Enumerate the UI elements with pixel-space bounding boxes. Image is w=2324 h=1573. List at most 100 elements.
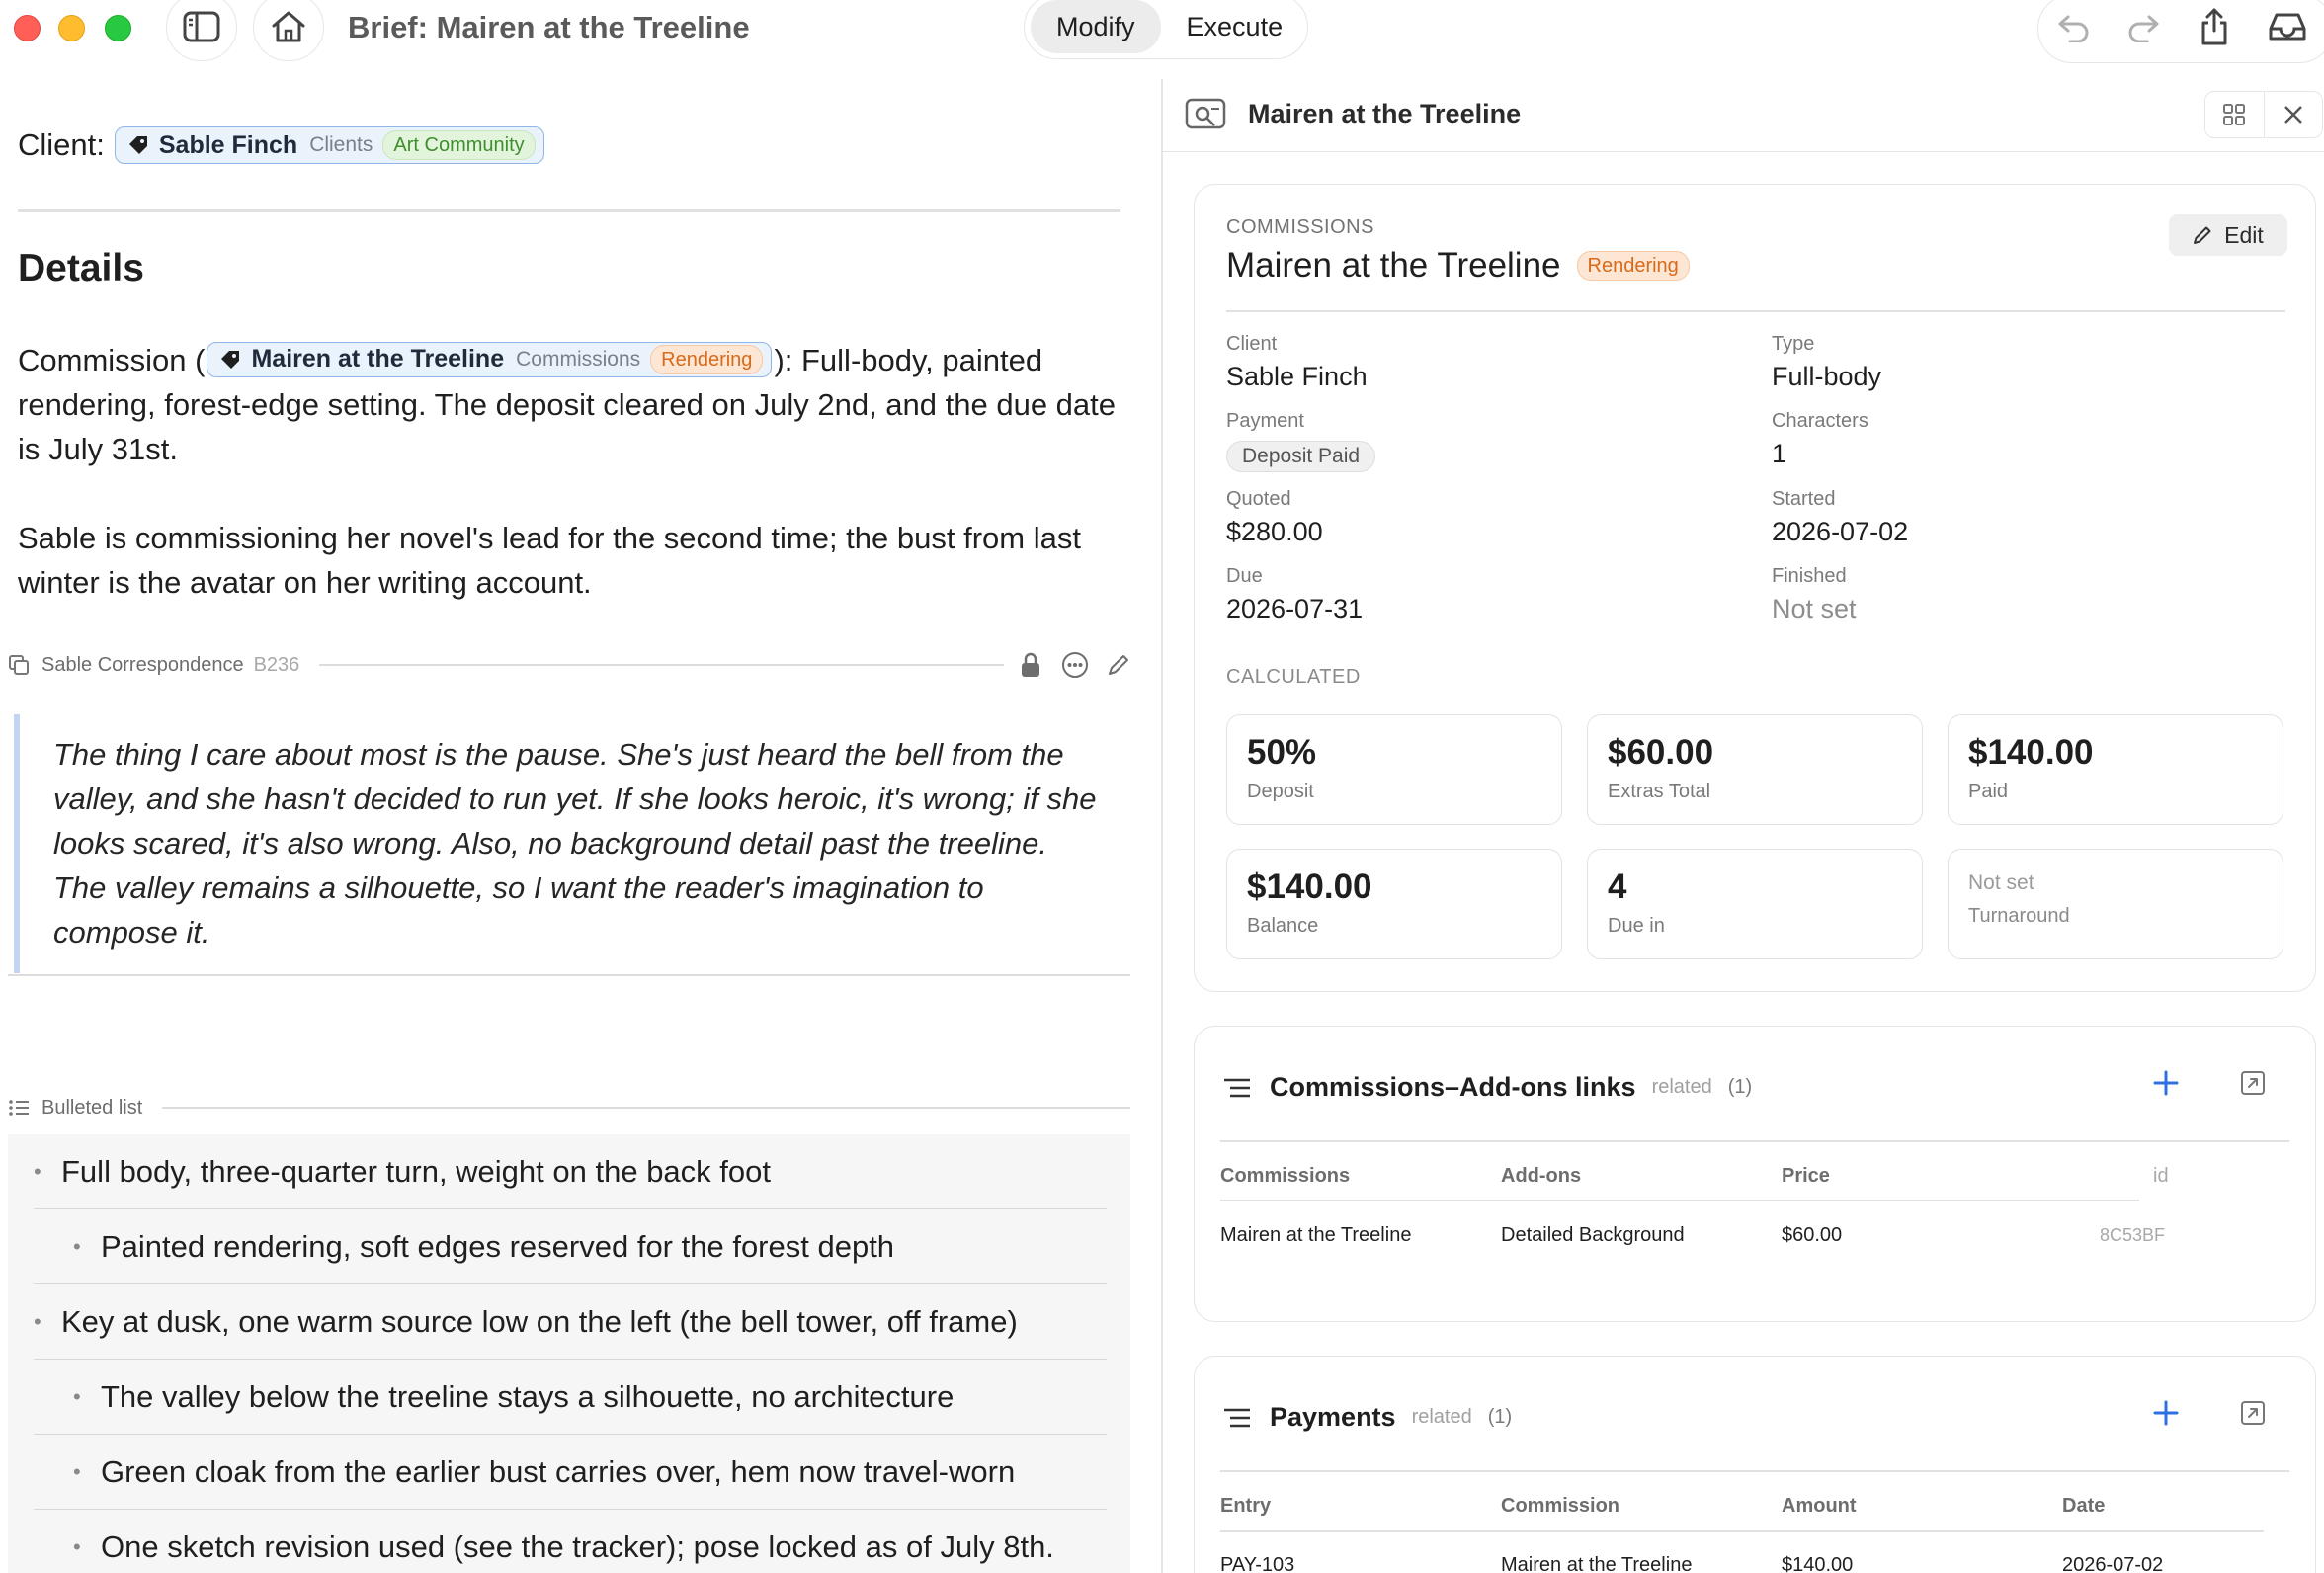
lock-icon[interactable] <box>1020 652 1041 678</box>
stat-extras-total: $60.00 Extras Total <box>1587 714 1923 825</box>
field-started[interactable]: Started 2026-07-02 <box>1772 488 1908 547</box>
execute-mode-button[interactable]: Execute <box>1161 0 1309 53</box>
field-label: Type <box>1772 333 1815 355</box>
field-value: Sable Finch <box>1226 362 1368 391</box>
close-panel-button[interactable] <box>2265 92 2323 137</box>
field-finished[interactable]: Finished Not set <box>1772 565 1857 624</box>
add-payment-button[interactable] <box>2151 1398 2181 1433</box>
share-button[interactable] <box>2193 5 2236 48</box>
list-item-text: The valley below the treeline stays a si… <box>101 1379 954 1414</box>
column-header[interactable]: Commissions <box>1220 1165 1350 1188</box>
stat-turnaround: Not set Turnaround <box>1948 849 2283 959</box>
list-block-title: Bulleted list <box>42 1096 143 1118</box>
list-item-text: Painted rendering, soft edges reserved f… <box>101 1229 895 1264</box>
related-count: (1) <box>1727 1076 1753 1098</box>
stat-value: 50% <box>1247 733 1317 772</box>
grid-view-button[interactable] <box>2205 92 2265 137</box>
redo-icon <box>2128 15 2159 42</box>
commission-chip-name: Mairen at the Treeline <box>251 345 505 373</box>
header-rule <box>162 1107 1130 1109</box>
minimize-window-button[interactable] <box>58 15 85 41</box>
list-item[interactable]: Key at dusk, one warm source low on the … <box>8 1284 1130 1360</box>
stat-deposit: 50% Deposit <box>1226 714 1562 825</box>
inspector-header: Mairen at the Treeline <box>1163 79 2324 152</box>
home-icon <box>272 11 305 42</box>
list-item[interactable]: Painted rendering, soft edges reserved f… <box>8 1209 1130 1284</box>
tag-icon <box>219 349 241 371</box>
copy-icon <box>8 654 30 676</box>
table-cell: $140.00 <box>1782 1554 1854 1573</box>
modify-mode-button[interactable]: Modify <box>1031 0 1161 53</box>
column-header[interactable]: Add-ons <box>1501 1165 1581 1188</box>
commission-chip[interactable]: Mairen at the Treeline Commissions Renderi… <box>207 341 773 377</box>
inbox-icon <box>2269 13 2306 41</box>
column-header[interactable]: Commission <box>1501 1495 1619 1518</box>
divider <box>1220 1200 2139 1201</box>
close-window-button[interactable] <box>14 15 41 41</box>
more-options-icon[interactable] <box>1061 651 1089 679</box>
document-title: Brief: Mairen at the Treeline <box>348 10 750 44</box>
payments-card: Payments related (1) Entry Commission Am… <box>1194 1356 2316 1573</box>
field-label: Characters <box>1772 410 1868 432</box>
pencil-icon[interactable] <box>1107 653 1130 677</box>
open-external-icon <box>2241 1401 2265 1425</box>
commission-paragraph: Commission ( Mairen at the Treeline Commis… <box>18 338 1134 471</box>
column-header[interactable]: id <box>2153 1165 2169 1188</box>
add-addon-link-button[interactable] <box>2151 1068 2181 1103</box>
client-chip-tag: Art Community <box>382 130 536 160</box>
plus-icon <box>2153 1400 2179 1426</box>
field-label: Client <box>1226 333 1278 355</box>
field-quoted[interactable]: Quoted $280.00 <box>1226 488 1323 547</box>
field-due[interactable]: Due 2026-07-31 <box>1226 565 1363 624</box>
related-label: related <box>1411 1406 1472 1428</box>
inbox-button[interactable] <box>2266 5 2309 48</box>
correspondence-quote[interactable]: The thing I care about most is the pause… <box>14 714 1130 973</box>
stat-label: Extras Total <box>1608 781 1711 802</box>
list-item[interactable]: Full body, three-quarter turn, weight on… <box>8 1134 1130 1209</box>
record-title-row: Mairen at the Treeline Rendering <box>1226 246 1690 286</box>
list-icon <box>1224 1408 1250 1427</box>
addons-links-title: Commissions–Add-ons links <box>1270 1072 1636 1102</box>
record-icon <box>1185 97 1230 139</box>
divider <box>1220 1470 2289 1472</box>
stat-label: Deposit <box>1247 781 1314 802</box>
field-value: Not set <box>1772 594 1857 623</box>
field-client[interactable]: Client Sable Finch <box>1226 333 1368 392</box>
field-label: Quoted <box>1226 488 1291 510</box>
divider <box>1226 310 2285 312</box>
home-button[interactable] <box>253 0 324 61</box>
list-block-header: Bulleted list <box>8 1093 1130 1122</box>
pane-divider[interactable] <box>1161 79 1163 1573</box>
field-type[interactable]: Type Full-body <box>1772 333 1881 392</box>
field-value: 1 <box>1772 439 1787 468</box>
column-header[interactable]: Amount <box>1782 1495 1857 1518</box>
column-header[interactable]: Entry <box>1220 1495 1271 1518</box>
commission-prefix: Commission ( <box>18 343 206 377</box>
stat-value: 4 <box>1608 868 1627 906</box>
payment-badge: Deposit Paid <box>1226 441 1376 472</box>
client-chip[interactable]: Sable Finch Clients Art Community <box>114 126 544 164</box>
column-header[interactable]: Price <box>1782 1165 1830 1188</box>
commission-chip-database: Commissions <box>516 348 641 372</box>
open-payments-table-button[interactable] <box>2240 1400 2266 1431</box>
edit-button[interactable]: Edit <box>2169 214 2287 256</box>
list-item[interactable]: The valley below the treeline stays a si… <box>8 1360 1130 1435</box>
column-header[interactable]: Date <box>2062 1495 2105 1518</box>
stat-value: $60.00 <box>1608 733 1714 772</box>
body-paragraph: Sable is commissioning her novel's lead … <box>18 521 1081 600</box>
field-characters[interactable]: Characters 1 <box>1772 410 1868 469</box>
field-label: Started <box>1772 488 1836 510</box>
field-payment[interactable]: Payment Deposit Paid <box>1226 410 1376 472</box>
redo-button[interactable] <box>2121 5 2165 48</box>
undo-button[interactable] <box>2052 5 2096 48</box>
table-cell: PAY-103 <box>1220 1554 1295 1573</box>
open-addons-table-button[interactable] <box>2240 1070 2266 1101</box>
list-item[interactable]: Green cloak from the earlier bust carrie… <box>8 1435 1130 1510</box>
zoom-window-button[interactable] <box>105 15 131 41</box>
toolbar-actions <box>2037 0 2324 63</box>
list-item[interactable]: One sketch revision used (see the tracke… <box>8 1510 1130 1573</box>
client-chip-name: Sable Finch <box>158 130 298 159</box>
table-cell: 8C53BF <box>2100 1225 2166 1245</box>
sidebar-toggle-button[interactable] <box>166 0 237 61</box>
plus-icon <box>2153 1070 2179 1096</box>
